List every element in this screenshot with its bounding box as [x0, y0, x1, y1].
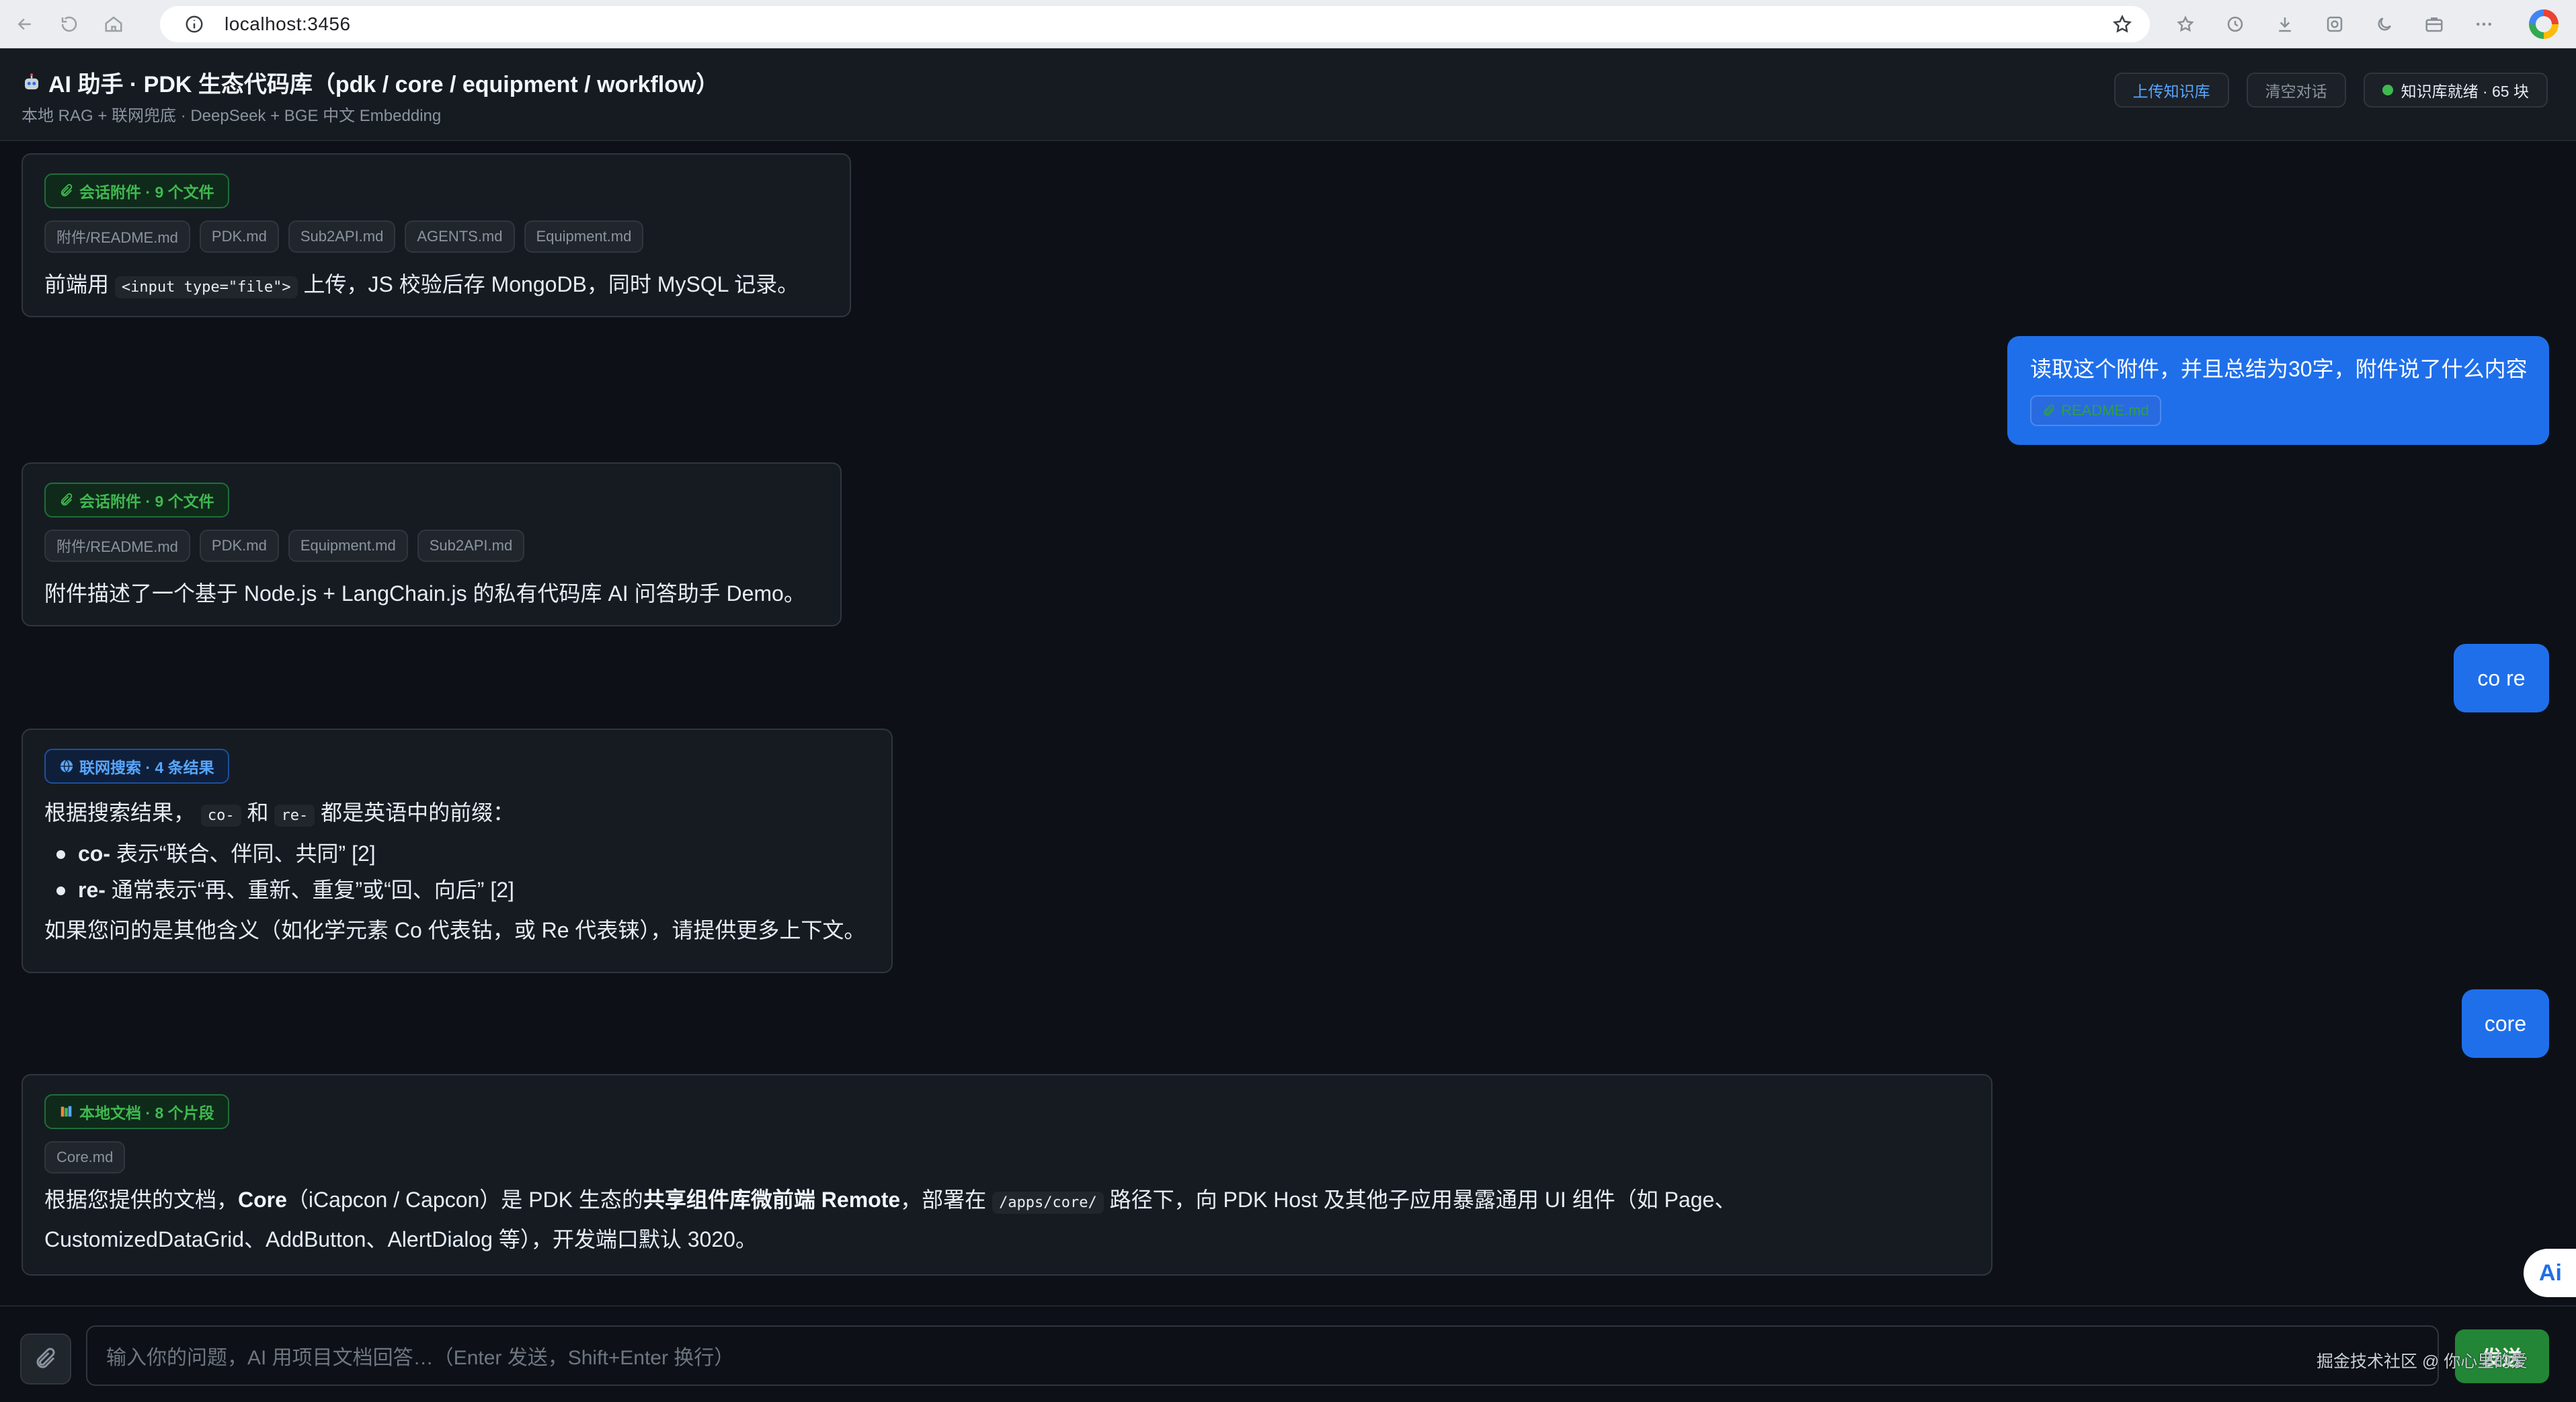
reload-icon	[61, 16, 77, 32]
info-icon[interactable]	[184, 14, 204, 34]
chat-input[interactable]: 输入你的问题，AI 用项目文档回答…（Enter 发送，Shift+Enter …	[86, 1325, 2439, 1386]
page-title: AI 助手 · PDK 生态代码库（pdk / core / equipment…	[22, 66, 719, 99]
user-message-text: co re	[2477, 665, 2526, 690]
list-item: co- 表示“联合、伴同、共同” [2]	[44, 835, 870, 872]
browser-extension-icons	[2168, 7, 2501, 42]
message-text: 前端用 <input type="file"> 上传，JS 校验后存 Mongo…	[44, 266, 828, 306]
user-message-text: 读取这个附件，并且总结为30字，附件说了什么内容	[2030, 357, 2528, 381]
message-text: 如果您问的是其他含义（如化学元素 Co 代表钴，或 Re 代表铼），请提供更多上…	[44, 918, 866, 942]
assistant-message: 联网搜索 · 4 条结果 根据搜索结果， co- 和 re- 都是英语中的前缀：…	[22, 729, 893, 973]
message-text: CustomizedDataGrid、AddButton、AlertDialog…	[44, 1227, 757, 1251]
upload-knowledge-button[interactable]: 上传知识库	[2114, 73, 2229, 108]
more-dots-icon	[2477, 22, 2491, 26]
inline-code: <input type="file">	[114, 276, 298, 298]
status-dot-icon	[2382, 85, 2393, 95]
source-tag-web-search: 联网搜索 · 4 条结果	[44, 749, 229, 784]
bullet-list: co- 表示“联合、伴同、共同” [2] re- 通常表示“再、重新、重复”或“…	[44, 835, 870, 908]
chat-area[interactable]: 会话附件 · 9 个文件 附件/README.md PDK.md Sub2API…	[0, 142, 2576, 1305]
source-tag-attachments: 会话附件 · 9 个文件	[44, 483, 229, 518]
history-button[interactable]	[2218, 7, 2253, 42]
source-chip[interactable]: AGENTS.md	[405, 220, 515, 253]
address-bar[interactable]: localhost:3456	[160, 6, 2150, 42]
message-text: 根据您提供的文档，Core（iCapcon / Capcon）是 PDK 生态的…	[44, 1182, 1970, 1221]
source-chip[interactable]: Sub2API.md	[288, 220, 396, 253]
source-chips: Core.md	[44, 1141, 1970, 1173]
source-chip[interactable]: 附件/README.md	[44, 220, 190, 253]
inline-code: re-	[274, 805, 315, 827]
briefcase-icon	[2425, 17, 2443, 32]
camera-icon	[2327, 16, 2343, 32]
inline-code: co-	[200, 805, 241, 827]
status-text: 知识库就绪 · 65 块	[2401, 83, 2529, 100]
title-text: AI 助手 · PDK 生态代码库（pdk / core / equipment…	[48, 72, 719, 97]
knowledge-status-badge: 知识库就绪 · 65 块	[2363, 73, 2548, 108]
downloads-button[interactable]	[2267, 7, 2302, 42]
moon-icon	[2378, 17, 2391, 31]
source-chip[interactable]: Equipment.md	[524, 220, 644, 253]
assistant-message: 会话附件 · 9 个文件 附件/README.md PDK.md Sub2API…	[22, 153, 851, 317]
app-header: AI 助手 · PDK 生态代码库（pdk / core / equipment…	[0, 48, 2576, 141]
robot-icon	[25, 73, 38, 89]
favorites-icon	[2177, 15, 2194, 32]
list-item: re- 通常表示“再、重新、重复”或“回、向后” [2]	[44, 872, 870, 908]
user-message-text: core	[2484, 1011, 2527, 1036]
assistant-message: 会话附件 · 9 个文件 附件/README.md PDK.md Equipme…	[22, 462, 842, 626]
source-chip[interactable]: Equipment.md	[288, 530, 408, 562]
paperclip-icon	[2044, 404, 2054, 416]
message-text: 根据搜索结果， co- 和 re- 都是英语中的前缀：	[44, 794, 870, 834]
source-chip[interactable]: 附件/README.md	[44, 530, 190, 562]
composer: 输入你的问题，AI 用项目文档回答…（Enter 发送，Shift+Enter …	[0, 1305, 2576, 1402]
page-subtitle: 本地 RAG + 联网兜底 · DeepSeek + BGE 中文 Embedd…	[22, 107, 442, 125]
user-message: co re	[2454, 644, 2549, 712]
arrow-left-icon	[17, 18, 31, 30]
ai-assistant-float-button[interactable]: Ai	[2524, 1249, 2576, 1297]
more-menu-button[interactable]	[2466, 7, 2501, 42]
globe-icon	[60, 759, 73, 773]
user-message: 读取这个附件，并且总结为30字，附件说了什么内容 README.md	[2007, 336, 2549, 445]
books-icon	[61, 1106, 72, 1117]
home-icon	[105, 15, 122, 32]
source-tag-attachments: 会话附件 · 9 个文件	[44, 173, 229, 208]
clock-icon	[2227, 16, 2243, 32]
source-chip[interactable]: Sub2API.md	[417, 530, 525, 562]
assistant-message: 本地文档 · 8 个片段 Core.md 根据您提供的文档，Core（iCapc…	[22, 1074, 1993, 1276]
watermark: 掘金技术社区 @ 你心里的爱	[2317, 1352, 2528, 1371]
source-chips: 附件/README.md PDK.md Equipment.md Sub2API…	[44, 530, 819, 562]
home-button[interactable]	[95, 6, 132, 42]
download-icon	[2279, 17, 2291, 32]
paperclip-icon	[36, 1348, 55, 1368]
browser-toolbar: localhost:3456	[0, 0, 2576, 48]
paperclip-icon	[61, 493, 73, 506]
source-chip[interactable]: PDK.md	[199, 530, 279, 562]
header-actions: 上传知识库 清空对话 知识库就绪 · 65 块	[2114, 73, 2548, 108]
reload-button[interactable]	[51, 6, 87, 42]
attach-file-button[interactable]	[20, 1333, 71, 1385]
performance-button[interactable]	[2367, 7, 2402, 42]
message-text: 附件描述了一个基于 Node.js + LangChain.js 的私有代码库 …	[44, 581, 805, 606]
chat-input-placeholder: 输入你的问题，AI 用项目文档回答…（Enter 发送，Shift+Enter …	[106, 1347, 735, 1369]
user-message: core	[2462, 989, 2549, 1058]
url-text: localhost:3456	[225, 13, 351, 34]
attachment-chip[interactable]: README.md	[2030, 395, 2161, 426]
screenshot-button[interactable]	[2317, 7, 2352, 42]
wallet-button[interactable]	[2417, 7, 2452, 42]
clear-chat-button[interactable]: 清空对话	[2246, 73, 2346, 108]
google-account-icon[interactable]	[2529, 9, 2559, 39]
source-chip[interactable]: PDK.md	[199, 220, 279, 253]
bookmark-star-icon[interactable]	[2112, 14, 2132, 34]
source-chips: 附件/README.md PDK.md Sub2API.md AGENTS.md…	[44, 220, 828, 253]
back-button[interactable]	[7, 6, 43, 42]
favorites-button[interactable]	[2168, 7, 2203, 42]
source-tag-local-docs: 本地文档 · 8 个片段	[44, 1094, 229, 1129]
inline-code: /apps/core/	[992, 1192, 1104, 1214]
source-chip[interactable]: Core.md	[44, 1141, 126, 1173]
paperclip-icon	[61, 183, 73, 197]
